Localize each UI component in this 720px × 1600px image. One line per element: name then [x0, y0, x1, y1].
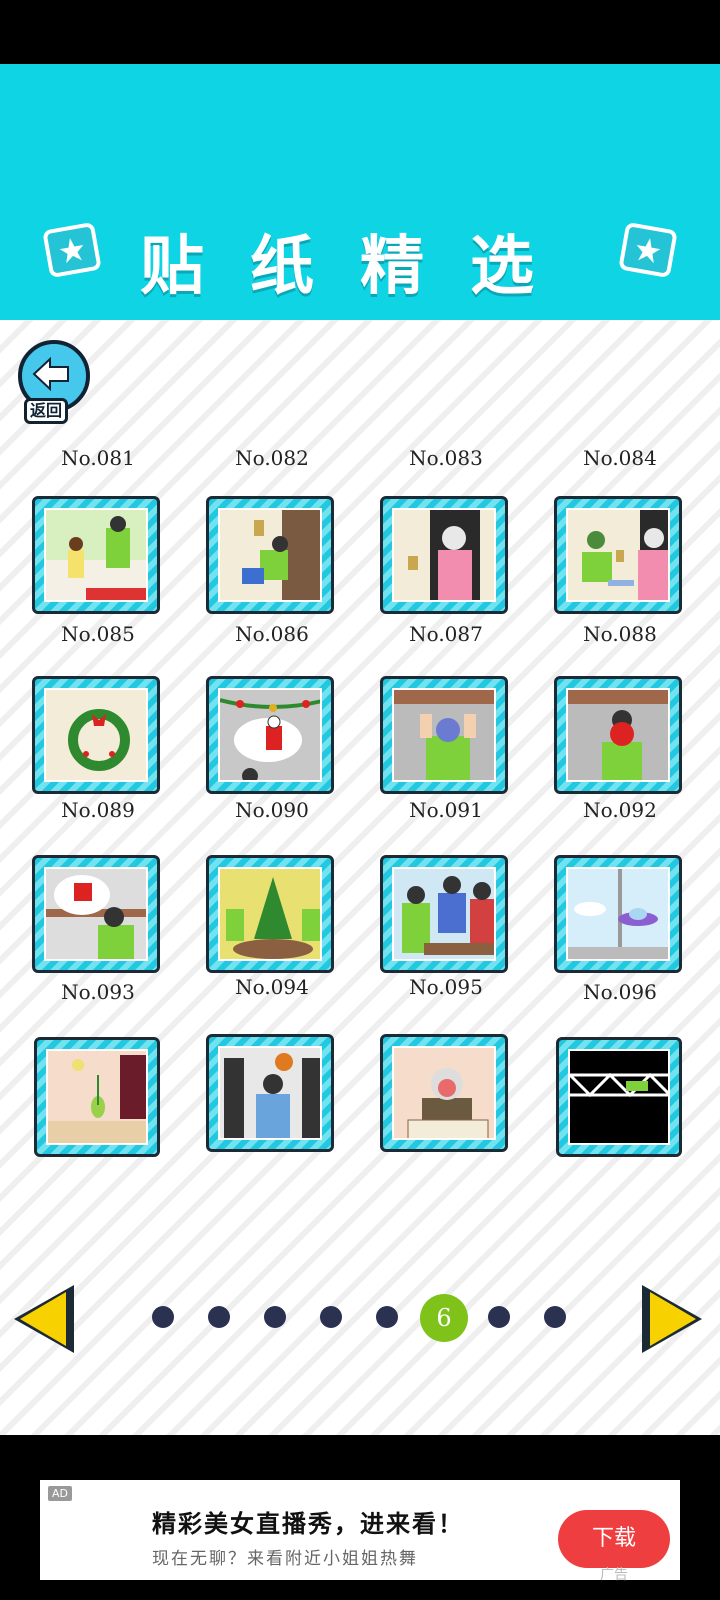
sticker-card[interactable] [206, 496, 334, 614]
sticker-number: No.092 [583, 798, 657, 822]
sticker-card[interactable] [554, 855, 682, 973]
sticker-number: No.094 [235, 975, 309, 999]
page-dot[interactable] [488, 1306, 510, 1328]
ad-download-button[interactable]: 下载 [558, 1510, 670, 1568]
next-page-button[interactable] [642, 1285, 702, 1353]
previous-page-button[interactable] [14, 1285, 74, 1353]
sticker-card[interactable] [206, 855, 334, 973]
page-dot[interactable] [264, 1306, 286, 1328]
sticker-number: No.088 [583, 622, 657, 646]
sticker-number: No.093 [61, 980, 135, 1004]
ad-subtitle: 现在无聊？来看附近小姐姐热舞 [152, 1549, 418, 1569]
sticker-card[interactable] [554, 496, 682, 614]
sticker-number: No.081 [61, 446, 135, 470]
page-dot[interactable] [208, 1306, 230, 1328]
sticker-card[interactable] [380, 1034, 508, 1152]
sticker-card[interactable] [556, 1037, 682, 1157]
sticker-number: No.082 [235, 446, 309, 470]
sticker-card[interactable] [380, 855, 508, 973]
page-dot[interactable] [320, 1306, 342, 1328]
sticker-card[interactable] [32, 676, 160, 794]
sticker-card[interactable] [554, 676, 682, 794]
sticker-card[interactable] [206, 1034, 334, 1152]
page-dot[interactable] [376, 1306, 398, 1328]
sticker-number: No.091 [409, 798, 483, 822]
ad-badge: AD [48, 1486, 72, 1501]
page-dot[interactable] [544, 1306, 566, 1328]
sticker-number: No.087 [409, 622, 483, 646]
sticker-card[interactable] [32, 496, 160, 614]
sticker-number: No.083 [409, 446, 483, 470]
sticker-number: No.085 [61, 622, 135, 646]
sticker-card[interactable] [380, 676, 508, 794]
sticker-card[interactable] [32, 855, 160, 973]
sticker-number: No.084 [583, 446, 657, 470]
status-bar [0, 0, 720, 64]
back-button[interactable]: 返回 [18, 340, 90, 424]
sticker-card[interactable] [206, 676, 334, 794]
ad-title: 精彩美女直播秀，进来看！ [152, 1510, 464, 1538]
ad-tag: 广告 [600, 1567, 628, 1583]
sticker-card[interactable] [380, 496, 508, 614]
sticker-number: No.086 [235, 622, 309, 646]
page-dot-current[interactable]: 6 [420, 1294, 468, 1342]
ad-banner[interactable]: AD 精彩美女直播秀，进来看！ 现在无聊？来看附近小姐姐热舞 下载 广告 [40, 1480, 680, 1583]
sticker-card[interactable] [34, 1037, 160, 1157]
page-title: 贴纸精选 [140, 230, 580, 304]
sticker-number: No.095 [409, 975, 483, 999]
sticker-number: No.096 [583, 980, 657, 1004]
page-dot[interactable] [152, 1306, 174, 1328]
back-label: 返回 [24, 398, 69, 424]
sticker-number: No.089 [61, 798, 135, 822]
sticker-number: No.090 [235, 798, 309, 822]
